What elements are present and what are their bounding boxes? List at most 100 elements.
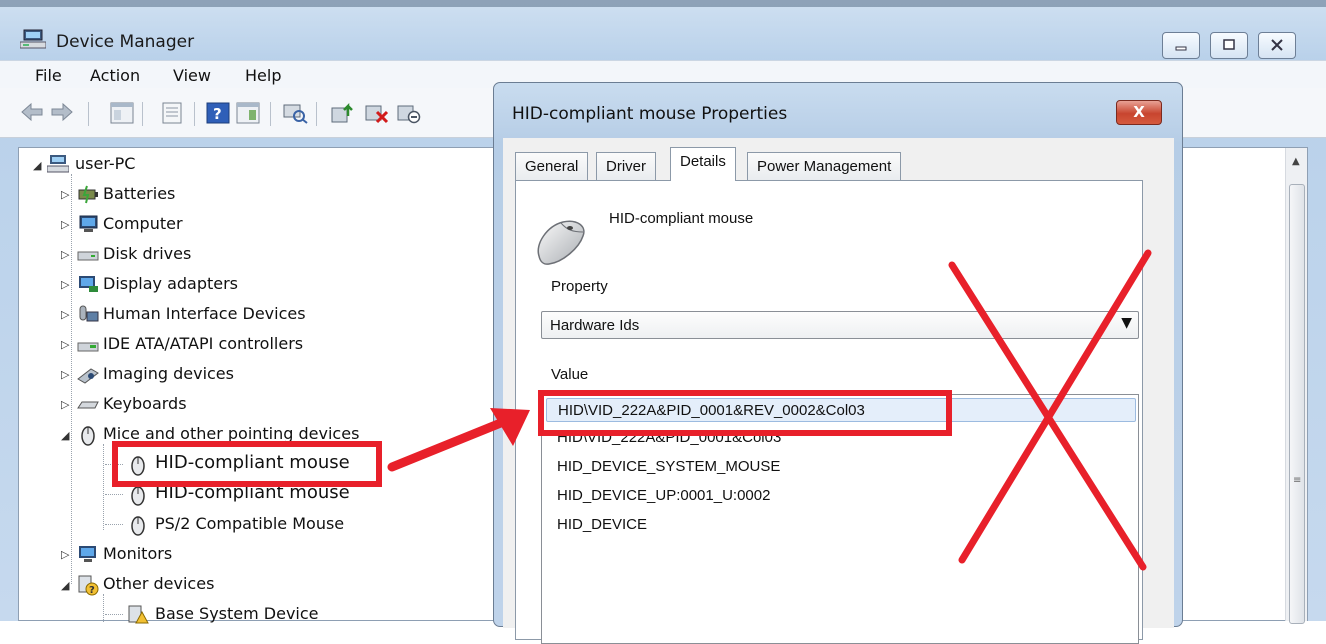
tree-line <box>103 444 104 530</box>
tab-driver[interactable]: Driver <box>596 152 656 180</box>
scan-hardware-icon[interactable] <box>282 102 308 128</box>
minimize-button[interactable] <box>1162 32 1200 59</box>
minimize-icon <box>1174 36 1188 55</box>
menu-view[interactable]: View <box>173 66 211 85</box>
tree-label: IDE ATA/ATAPI controllers <box>103 334 304 353</box>
property-label: Property <box>551 278 608 295</box>
action-pane-icon[interactable] <box>236 102 260 128</box>
dialog-close-button[interactable]: X <box>1116 100 1162 125</box>
mouse-icon <box>77 424 99 450</box>
tree-label: Base System Device <box>155 604 319 623</box>
tree-label: Mice and other pointing devices <box>103 424 360 443</box>
dropdown-arrow-icon: ▼ <box>1121 315 1132 331</box>
mouse-icon <box>127 514 149 540</box>
expand-icon[interactable]: ▷ <box>61 308 69 321</box>
tree-label: Disk drives <box>103 244 192 263</box>
tree-label: Batteries <box>103 184 176 203</box>
value-item[interactable]: HID_DEVICE_UP:0001_U:0002 <box>557 487 770 504</box>
tree-line <box>71 174 72 584</box>
value-item[interactable]: HID_DEVICE <box>557 516 647 533</box>
toolbar-separator <box>270 102 271 126</box>
maximize-button[interactable] <box>1210 32 1248 59</box>
property-select[interactable]: Hardware Ids ▼ <box>541 311 1139 339</box>
monitor-icon <box>77 544 99 568</box>
forward-arrow-icon[interactable] <box>50 102 74 126</box>
svg-text:?: ? <box>89 585 95 596</box>
expand-icon[interactable]: ▷ <box>61 398 69 411</box>
expand-icon[interactable]: ▷ <box>61 548 69 561</box>
tree-label: Monitors <box>103 544 173 563</box>
expand-icon[interactable]: ▷ <box>61 368 69 381</box>
properties-icon[interactable] <box>160 102 184 128</box>
expand-icon[interactable]: ▷ <box>61 248 69 261</box>
properties-dialog: HID-compliant mouse Properties X General… <box>493 82 1183 644</box>
toolbar-separator <box>142 102 143 126</box>
tree-label: Display adapters <box>103 274 239 293</box>
mouse-device-icon <box>533 218 589 270</box>
toolbar-separator <box>316 102 317 126</box>
tree-line <box>105 464 123 465</box>
top-strip <box>0 0 1326 7</box>
title-bar: Device Manager <box>0 7 1326 67</box>
computer-tree-icon <box>19 29 47 55</box>
hid-icon <box>77 304 99 328</box>
svg-text:?: ? <box>213 105 222 123</box>
display-adapter-icon <box>77 274 99 298</box>
toolbar-separator <box>194 102 195 126</box>
device-name: HID-compliant mouse <box>609 210 754 227</box>
tree-label: Human Interface Devices <box>103 304 306 323</box>
expand-icon[interactable]: ▷ <box>61 218 69 231</box>
tab-general[interactable]: General <box>515 152 589 180</box>
tree-label: Other devices <box>103 574 215 593</box>
tree-label: PS/2 Compatible Mouse <box>155 514 345 533</box>
menu-file[interactable]: File <box>35 66 62 85</box>
tab-power-management[interactable]: Power Management <box>747 152 902 180</box>
computer-tree-icon <box>46 154 70 178</box>
mouse-icon <box>127 454 149 480</box>
vertical-scrollbar[interactable]: ▲ ≡ <box>1285 148 1307 624</box>
close-icon: X <box>1133 103 1145 121</box>
scrollbar-thumb[interactable]: ≡ <box>1289 184 1305 624</box>
tree-label: Keyboards <box>103 394 187 413</box>
scroll-up-icon[interactable]: ▲ <box>1292 156 1300 167</box>
value-item[interactable]: HID_DEVICE_SYSTEM_MOUSE <box>557 458 780 475</box>
disable-icon[interactable] <box>396 102 422 128</box>
dialog-body: General Driver Details Power Management … <box>503 138 1174 644</box>
menu-action[interactable]: Action <box>90 66 140 85</box>
value-list[interactable]: HID\VID_222A&PID_0001&REV_0002&Col03 HID… <box>541 394 1139 644</box>
mouse-icon <box>127 484 149 510</box>
tab-details[interactable]: Details <box>670 147 736 181</box>
update-driver-icon[interactable] <box>330 102 356 128</box>
grip-icon: ≡ <box>1293 475 1302 486</box>
menu-help[interactable]: Help <box>245 66 281 85</box>
value-item-selected[interactable]: HID\VID_222A&PID_0001&REV_0002&Col03 <box>546 398 1136 422</box>
value-item[interactable]: HID\VID_222A&PID_0001&Col03 <box>557 429 781 446</box>
window-title: Device Manager <box>56 32 195 52</box>
tree-line <box>105 614 123 615</box>
console-tree-icon[interactable] <box>110 102 134 128</box>
collapse-icon[interactable]: ◢ <box>61 429 69 442</box>
back-arrow-icon[interactable] <box>20 102 44 126</box>
unknown-device-icon: ? <box>77 574 99 600</box>
computer-icon <box>77 214 99 238</box>
warning-device-icon <box>127 604 149 630</box>
tree-root-label: user-PC <box>75 154 136 173</box>
tree-label: HID-compliant mouse <box>155 482 350 503</box>
help-icon[interactable]: ? <box>206 102 230 128</box>
uninstall-icon[interactable] <box>364 102 390 128</box>
close-button[interactable] <box>1258 32 1296 59</box>
maximize-icon <box>1222 36 1236 55</box>
collapse-icon[interactable]: ◢ <box>61 579 69 592</box>
tree-line <box>105 494 123 495</box>
expand-icon[interactable]: ▷ <box>61 338 69 351</box>
tree-line <box>103 594 104 622</box>
expand-icon[interactable]: ▷ <box>61 188 69 201</box>
keyboard-icon <box>77 394 99 418</box>
tree-label: Computer <box>103 214 183 233</box>
close-icon <box>1270 36 1284 55</box>
tree-line <box>105 524 123 525</box>
expand-icon[interactable]: ▷ <box>61 278 69 291</box>
toolbar-separator <box>88 102 89 126</box>
collapse-icon[interactable]: ◢ <box>33 159 41 172</box>
value-label: Value <box>551 366 589 383</box>
